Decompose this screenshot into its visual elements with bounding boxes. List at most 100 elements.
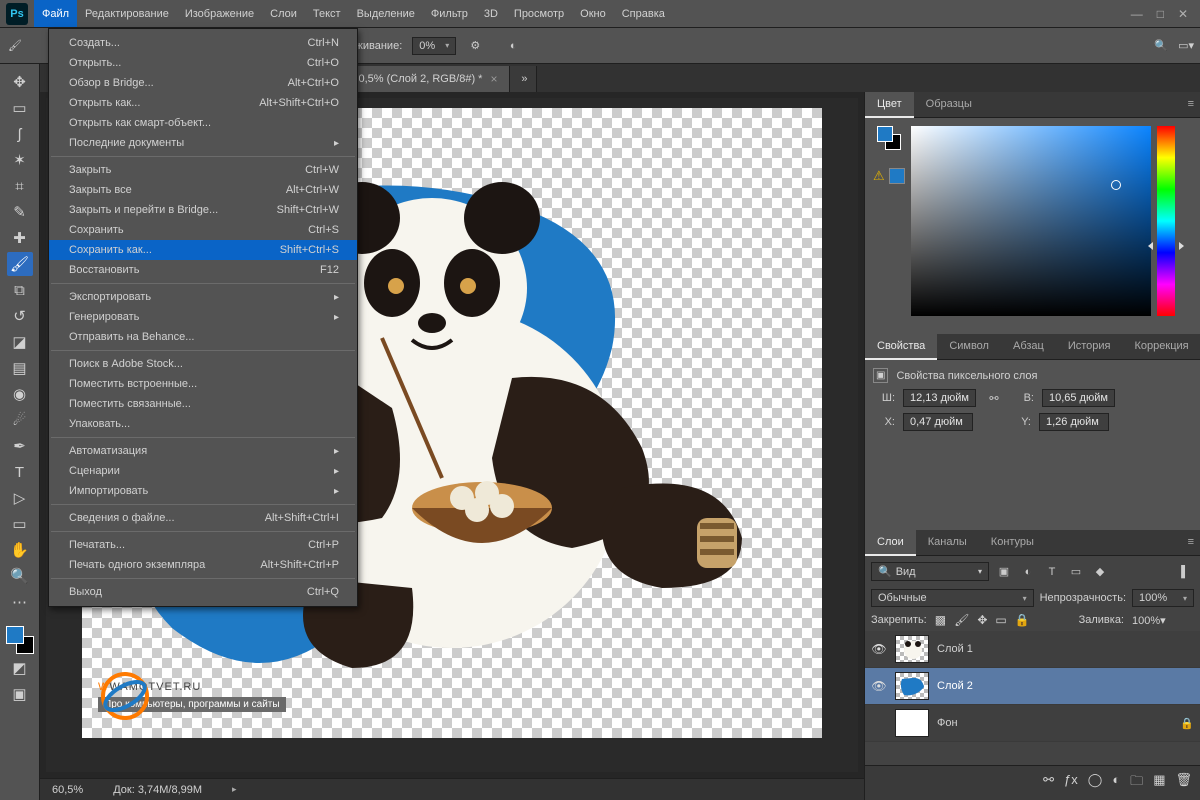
- brush-preset-icon[interactable]: 🖌: [6, 37, 24, 55]
- pen-tool[interactable]: ✒: [7, 434, 33, 458]
- file-menu-item[interactable]: Экспортировать: [49, 287, 357, 307]
- tab-character[interactable]: Символ: [937, 334, 1001, 359]
- file-menu-item[interactable]: Печать одного экземпляраAlt+Shift+Ctrl+P: [49, 555, 357, 575]
- workspace-icon[interactable]: ▭▾: [1178, 39, 1194, 52]
- hue-slider[interactable]: [1157, 126, 1175, 316]
- layer-fill-field[interactable]: 100%▾: [1132, 614, 1194, 627]
- file-menu-item[interactable]: Импортировать: [49, 481, 357, 501]
- file-menu-item[interactable]: Поместить связанные...: [49, 394, 357, 414]
- visibility-icon[interactable]: 👁: [871, 642, 887, 656]
- mini-swatches[interactable]: [877, 126, 901, 150]
- clone-tool[interactable]: ⧉: [7, 278, 33, 302]
- lock-position-icon[interactable]: ✥: [977, 613, 987, 627]
- eraser-tool[interactable]: ◪: [7, 330, 33, 354]
- path-select-tool[interactable]: ▷: [7, 486, 33, 510]
- file-menu-item[interactable]: Сценарии: [49, 461, 357, 481]
- zoom-level[interactable]: 60,5%: [52, 784, 83, 796]
- nearest-color-chip[interactable]: [889, 168, 905, 184]
- menu-3d[interactable]: 3D: [476, 0, 506, 27]
- file-menu-item[interactable]: ЗакрытьCtrl+W: [49, 160, 357, 180]
- tab-properties[interactable]: Свойства: [865, 334, 937, 360]
- layer-name[interactable]: Слой 1: [937, 643, 973, 655]
- smoothing-field[interactable]: 0%▾: [412, 37, 456, 55]
- menu-file[interactable]: Файл: [34, 0, 77, 27]
- tab-adjustments[interactable]: Коррекция: [1123, 334, 1200, 359]
- blend-mode-select[interactable]: Обычные▾: [871, 589, 1034, 607]
- tab-paths[interactable]: Контуры: [979, 530, 1046, 555]
- tab-channels[interactable]: Каналы: [916, 530, 979, 555]
- layer-row[interactable]: 👁 Слой 1: [865, 631, 1200, 668]
- dodge-tool[interactable]: ☄: [7, 408, 33, 432]
- tab-layers[interactable]: Слои: [865, 530, 916, 556]
- menu-view[interactable]: Просмотр: [506, 0, 572, 27]
- file-menu-item[interactable]: Создать...Ctrl+N: [49, 33, 357, 53]
- height-field[interactable]: 10,65 дюйм: [1042, 389, 1115, 407]
- lock-artboard-icon[interactable]: ▭: [995, 613, 1006, 627]
- type-tool[interactable]: T: [7, 460, 33, 484]
- lock-paint-icon[interactable]: 🖌: [954, 613, 969, 627]
- file-menu-item[interactable]: Открыть как смарт-объект...: [49, 113, 357, 133]
- tab-close-icon[interactable]: ×: [490, 72, 497, 86]
- file-menu-item[interactable]: ВыходCtrl+Q: [49, 582, 357, 602]
- file-menu-item[interactable]: Автоматизация: [49, 441, 357, 461]
- zoom-tool[interactable]: 🔍: [7, 564, 33, 588]
- menu-text[interactable]: Текст: [305, 0, 349, 27]
- lock-trans-icon[interactable]: ▩: [935, 613, 946, 627]
- move-tool[interactable]: ✥: [7, 70, 33, 94]
- tab-color[interactable]: Цвет: [865, 92, 914, 118]
- filter-shape-icon[interactable]: ▭: [1067, 565, 1085, 578]
- tab-paragraph[interactable]: Абзац: [1001, 334, 1056, 359]
- layer-row[interactable]: 👁 Слой 2: [865, 668, 1200, 705]
- filter-pixel-icon[interactable]: ▣: [995, 565, 1013, 578]
- file-menu-item[interactable]: Закрыть и перейти в Bridge...Shift+Ctrl+…: [49, 200, 357, 220]
- history-brush-tool[interactable]: ↺: [7, 304, 33, 328]
- y-field[interactable]: 1,26 дюйм: [1039, 413, 1109, 431]
- file-menu-item[interactable]: Сведения о файле...Alt+Shift+Ctrl+I: [49, 508, 357, 528]
- menu-layers[interactable]: Слои: [262, 0, 305, 27]
- marquee-tool[interactable]: ▭: [7, 96, 33, 120]
- layer-name[interactable]: Слой 2: [937, 680, 973, 692]
- color-swatches[interactable]: [6, 626, 34, 654]
- lock-all-icon[interactable]: 🔒: [1015, 613, 1030, 627]
- file-menu-item[interactable]: Сохранить как...Shift+Ctrl+S: [49, 240, 357, 260]
- width-field[interactable]: 12,13 дюйм: [903, 389, 976, 407]
- group-icon[interactable]: 🗀: [1130, 772, 1143, 794]
- fx-icon[interactable]: ƒx: [1064, 772, 1078, 794]
- lasso-tool[interactable]: ʃ: [7, 122, 33, 146]
- menu-filter[interactable]: Фильтр: [423, 0, 476, 27]
- color-field[interactable]: [911, 126, 1151, 316]
- menu-edit[interactable]: Редактирование: [77, 0, 177, 27]
- minimize-icon[interactable]: —: [1131, 7, 1143, 21]
- tab-swatches[interactable]: Образцы: [914, 92, 984, 117]
- file-menu-item[interactable]: Закрыть всеAlt+Ctrl+W: [49, 180, 357, 200]
- panel-menu-icon[interactable]: ≡: [1182, 92, 1200, 117]
- crop-tool[interactable]: ⌗: [7, 174, 33, 198]
- layer-filter-select[interactable]: 🔍Вид▾: [871, 562, 989, 581]
- brush-tool[interactable]: 🖌: [7, 252, 33, 276]
- shape-tool[interactable]: ▭: [7, 512, 33, 536]
- link-icon[interactable]: ⚯: [984, 392, 1004, 405]
- screen-mode-icon[interactable]: ▣: [7, 682, 33, 706]
- smoothing-gear-icon[interactable]: ⚙: [466, 37, 484, 55]
- more-tools[interactable]: ⋯: [7, 590, 33, 614]
- quick-mask-icon[interactable]: ◩: [7, 656, 33, 680]
- new-layer-icon[interactable]: ▦: [1153, 772, 1165, 794]
- file-menu-item[interactable]: Последние документы: [49, 133, 357, 153]
- eyedropper-tool[interactable]: ✎: [7, 200, 33, 224]
- file-menu-item[interactable]: Генерировать: [49, 307, 357, 327]
- file-menu-item[interactable]: СохранитьCtrl+S: [49, 220, 357, 240]
- layer-row[interactable]: Фон 🔒: [865, 705, 1200, 742]
- x-field[interactable]: 0,47 дюйм: [903, 413, 973, 431]
- menu-window[interactable]: Окно: [572, 0, 614, 27]
- delete-icon[interactable]: 🗑: [1175, 772, 1192, 794]
- gradient-tool[interactable]: ▤: [7, 356, 33, 380]
- file-menu-item[interactable]: Поиск в Adobe Stock...: [49, 354, 357, 374]
- layer-opacity-field[interactable]: 100%▾: [1132, 589, 1194, 607]
- blur-tool[interactable]: ◉: [7, 382, 33, 406]
- menu-select[interactable]: Выделение: [349, 0, 423, 27]
- healing-tool[interactable]: ✚: [7, 226, 33, 250]
- layer-name[interactable]: Фон: [937, 717, 958, 729]
- tab-history[interactable]: История: [1056, 334, 1123, 359]
- link-layers-icon[interactable]: ⚯: [1043, 772, 1054, 794]
- mask-icon[interactable]: ◯: [1088, 772, 1103, 794]
